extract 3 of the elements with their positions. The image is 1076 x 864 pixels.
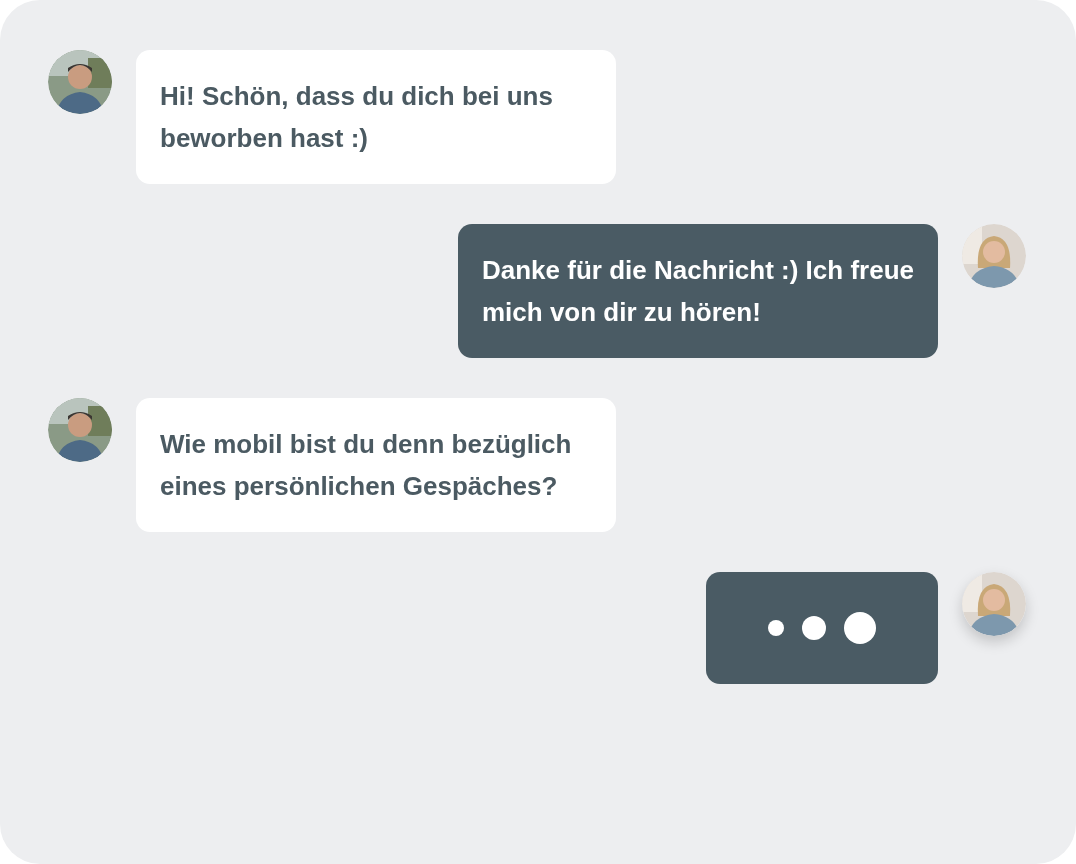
message-bubble: Wie mobil bist du denn bezüglich eines persönlichen Gespäches? [136, 398, 616, 532]
message-bubble: Hi! Schön, dass du dich bei uns beworben hast :) [136, 50, 616, 184]
message-bubble: Danke für die Nachricht :) Ich freue mich von dir zu hören! [458, 224, 938, 358]
